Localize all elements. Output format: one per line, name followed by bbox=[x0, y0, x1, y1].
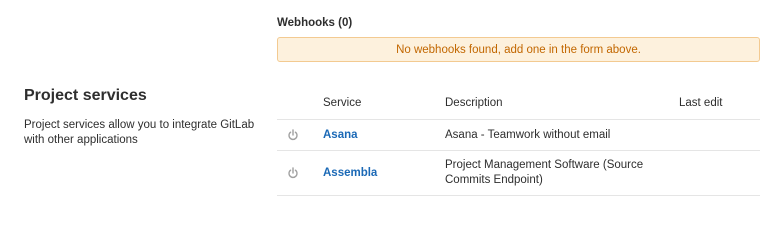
project-services-intro: Project services Project services allow … bbox=[24, 86, 264, 148]
service-cell: Assembla bbox=[323, 150, 445, 196]
project-services-description: Project services allow you to integrate … bbox=[24, 119, 255, 146]
webhooks-empty-message: No webhooks found, add one in the form a… bbox=[396, 43, 641, 56]
description-cell: Asana - Teamwork without email bbox=[445, 119, 679, 151]
status-cell bbox=[277, 150, 323, 196]
integrations-settings-page: Project services Project services allow … bbox=[0, 0, 768, 201]
services-table: Service Description Last edit Asana Asan… bbox=[277, 86, 760, 196]
header-description: Description bbox=[445, 86, 679, 120]
project-services-heading: Project services bbox=[24, 87, 147, 104]
last-edit-cell bbox=[679, 150, 760, 196]
header-status bbox=[277, 86, 323, 120]
table-row: Assembla Project Management Software (So… bbox=[277, 150, 760, 196]
service-link-assembla[interactable]: Assembla bbox=[323, 167, 377, 179]
header-last-edit: Last edit bbox=[679, 86, 760, 120]
webhooks-title: Webhooks (0) bbox=[277, 17, 353, 29]
service-link-asana[interactable]: Asana bbox=[323, 129, 358, 141]
table-row: Asana Asana - Teamwork without email bbox=[277, 119, 760, 151]
description-cell: Project Management Software (Source Comm… bbox=[445, 150, 679, 196]
power-icon bbox=[288, 129, 298, 141]
service-description: Asana - Teamwork without email bbox=[445, 128, 611, 141]
last-edit-cell bbox=[679, 119, 760, 151]
power-icon bbox=[288, 167, 298, 179]
webhooks-empty-alert: No webhooks found, add one in the form a… bbox=[277, 37, 760, 62]
service-description: Project Management Software (Source Comm… bbox=[445, 159, 644, 186]
service-cell: Asana bbox=[323, 119, 445, 151]
services-table-header-row: Service Description Last edit bbox=[277, 86, 760, 120]
header-service: Service bbox=[323, 86, 445, 120]
status-cell bbox=[277, 119, 323, 151]
